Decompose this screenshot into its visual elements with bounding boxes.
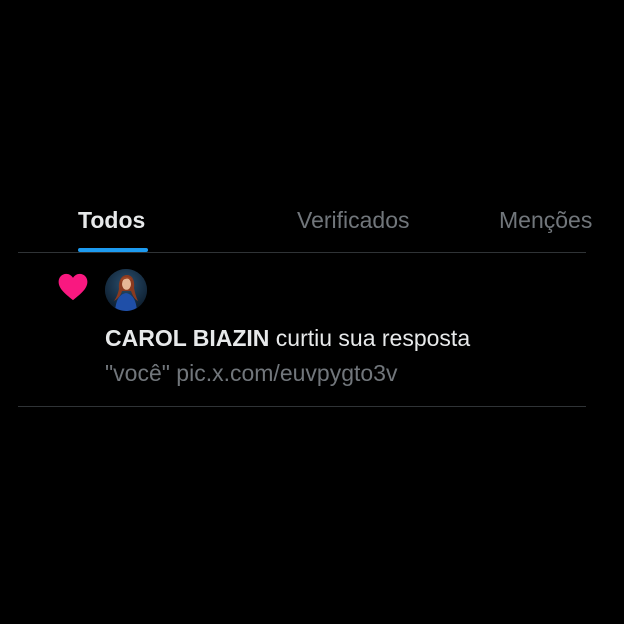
active-tab-indicator bbox=[78, 248, 148, 252]
heart-icon bbox=[58, 273, 88, 301]
notification-action: curtiu sua resposta bbox=[269, 325, 471, 351]
tab-verificados[interactable]: Verificados bbox=[288, 190, 487, 252]
tab-mencoes-label: Menções bbox=[499, 207, 593, 233]
tab-mencoes[interactable]: Menções bbox=[487, 190, 592, 252]
avatar[interactable] bbox=[105, 269, 147, 311]
avatar-image bbox=[105, 269, 147, 311]
notifications-panel: Todos Verificados Menções CAROL BIAZIN c… bbox=[18, 190, 592, 407]
tab-verificados-label: Verificados bbox=[297, 207, 410, 233]
like-notification[interactable]: CAROL BIAZIN curtiu sua resposta "você" … bbox=[18, 253, 586, 407]
tab-todos-label: Todos bbox=[78, 207, 146, 233]
notification-tabs: Todos Verificados Menções bbox=[18, 190, 592, 253]
tab-todos[interactable]: Todos bbox=[18, 190, 288, 252]
notification-text: CAROL BIAZIN curtiu sua resposta bbox=[105, 325, 470, 352]
user-name[interactable]: CAROL BIAZIN bbox=[105, 325, 269, 351]
notification-preview: "você" pic.x.com/euvpygto3v bbox=[105, 360, 398, 386]
